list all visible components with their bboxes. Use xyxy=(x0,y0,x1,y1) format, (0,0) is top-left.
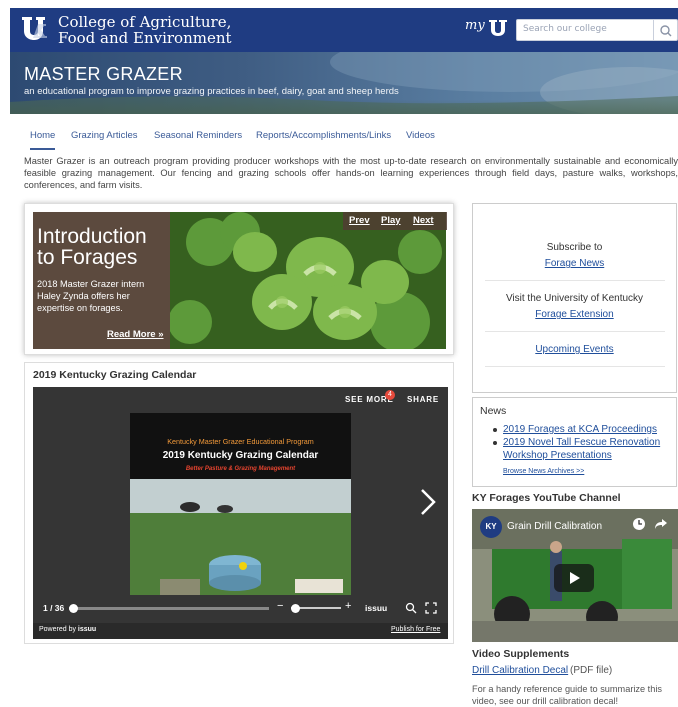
slider-prev-button[interactable]: Prev xyxy=(349,215,370,226)
clover-photo xyxy=(170,212,446,349)
search-icon xyxy=(660,25,672,37)
page-counter: 1 / 36 xyxy=(43,603,65,613)
subscribe-label: Subscribe to xyxy=(546,242,603,253)
clover-image[interactable] xyxy=(170,212,446,349)
youtube-section-title: KY Forages YouTube Channel xyxy=(472,492,621,504)
cover-tagline: Better Pasture & Grazing Management xyxy=(185,466,296,472)
powered-by-issuu[interactable]: Powered by issuu xyxy=(39,626,96,633)
nav-grazing-articles[interactable]: Grazing Articles xyxy=(71,130,138,141)
calendar-cover-page[interactable]: Kentucky Master Grazer Educational Progr… xyxy=(130,413,351,595)
search-input[interactable]: Search our college xyxy=(516,19,654,41)
fullscreen-icon[interactable] xyxy=(425,602,437,614)
uk-mark-icon[interactable] xyxy=(488,18,510,38)
powered-by-label: Powered by xyxy=(39,626,76,633)
issuu-logo[interactable]: issuu xyxy=(365,603,387,613)
slide-title: Introduction to Forages xyxy=(37,226,147,268)
see-more-badge: 4 xyxy=(385,390,395,400)
events-block: Upcoming Events xyxy=(473,342,676,358)
hero-banner: MASTER GRAZER an educational program to … xyxy=(10,52,678,114)
play-button[interactable] xyxy=(554,564,594,592)
forage-extension-link[interactable]: Forage Extension xyxy=(535,309,613,320)
drill-calibration-decal-link[interactable]: Drill Calibration Decal xyxy=(472,665,568,676)
upcoming-events-link[interactable]: Upcoming Events xyxy=(535,344,613,355)
zoom-out-icon[interactable]: − xyxy=(277,600,283,612)
forage-news-link[interactable]: Forage News xyxy=(545,258,604,269)
slide-caption-panel: Introduction to Forages 2018 Master Graz… xyxy=(33,212,170,349)
zoom-slider-handle[interactable] xyxy=(291,604,300,613)
slider-next-button[interactable]: Next xyxy=(413,215,434,226)
myuk-link[interactable]: my xyxy=(465,18,485,33)
video-supplements-title: Video Supplements xyxy=(472,648,570,660)
pasture-bucket-photo xyxy=(130,479,351,595)
college-name-line1: College of Agriculture, xyxy=(58,13,232,31)
quick-links-box: Subscribe to Forage News Visit the Unive… xyxy=(472,203,677,393)
nav-seasonal-reminders[interactable]: Seasonal Reminders xyxy=(154,130,242,141)
issuu-viewer[interactable]: SEE MORE 4 SHARE Kentucky Master Grazer … xyxy=(33,387,448,639)
divider xyxy=(485,331,665,332)
calendar-section: 2019 Kentucky Grazing Calendar SEE MORE … xyxy=(24,362,454,644)
nav-home[interactable]: Home xyxy=(30,130,56,150)
cover-program-name: Kentucky Master Grazer Educational Progr… xyxy=(167,437,314,446)
college-name[interactable]: College of Agriculture, Food and Environ… xyxy=(58,14,232,46)
college-name-line2: Food and Environment xyxy=(58,29,232,47)
share-button[interactable]: SHARE xyxy=(407,395,439,404)
divider xyxy=(485,280,665,281)
divider xyxy=(485,366,665,367)
video-title[interactable]: Grain Drill Calibration xyxy=(507,521,602,532)
news-archives-link[interactable]: Browse News Archives >> xyxy=(503,468,584,475)
slider-play-button[interactable]: Play xyxy=(381,215,401,226)
viewer-toolbar: 1 / 36 − + issuu xyxy=(33,599,448,619)
site-header: College of Agriculture, Food and Environ… xyxy=(10,8,678,52)
calendar-title: 2019 Kentucky Grazing Calendar xyxy=(33,369,197,381)
feature-slider: Introduction to Forages 2018 Master Graz… xyxy=(24,203,454,355)
nav-videos[interactable]: Videos xyxy=(406,130,435,141)
news-item-link[interactable]: 2019 Novel Tall Fescue Renovation Worksh… xyxy=(503,436,675,462)
cover-title: 2019 Kentucky Grazing Calendar xyxy=(162,450,319,461)
intro-paragraph: Master Grazer is an outreach program pro… xyxy=(24,156,678,190)
page-scrubber-track[interactable] xyxy=(69,607,269,610)
powered-by-issuu-name: issuu xyxy=(77,626,97,633)
slide-text: 2018 Master Grazer intern Haley Zynda of… xyxy=(37,279,145,313)
supplement-description: For a handy reference guide to summarize… xyxy=(472,684,662,706)
search-button[interactable] xyxy=(654,19,678,41)
search-placeholder: Search our college xyxy=(523,24,607,34)
zoom-magnifier-icon[interactable] xyxy=(405,602,417,614)
slide-title-line2: to Forages xyxy=(37,246,138,269)
news-item-link[interactable]: 2019 Forages at KCA Proceedings xyxy=(503,423,675,436)
bullet xyxy=(493,428,497,432)
read-more-link[interactable]: Read More » xyxy=(107,329,164,340)
visit-block: Visit the University of Kentucky Forage … xyxy=(473,291,676,323)
page-scrubber-handle[interactable] xyxy=(69,604,78,613)
channel-avatar[interactable]: KY xyxy=(480,516,502,538)
youtube-video-player[interactable]: KY Grain Drill Calibration xyxy=(472,509,678,642)
nav-reports-links[interactable]: Reports/Accomplishments/Links xyxy=(256,130,391,141)
bullet xyxy=(493,441,497,445)
news-box: News 2019 Forages at KCA Proceedings 201… xyxy=(472,397,677,487)
page-subtitle: an educational program to improve grazin… xyxy=(24,86,399,97)
share-icon[interactable] xyxy=(654,518,668,530)
slider-controls: Prev Play Next xyxy=(343,212,447,230)
slide-title-line1: Introduction xyxy=(37,225,147,248)
visit-label: Visit the University of Kentucky xyxy=(505,293,644,304)
play-icon xyxy=(570,572,580,584)
clock-icon[interactable] xyxy=(632,517,646,531)
zoom-in-icon[interactable]: + xyxy=(345,600,351,612)
news-title: News xyxy=(480,405,507,417)
uk-logo-icon[interactable] xyxy=(20,14,54,44)
viewer-footer: Powered by issuu Publish for Free xyxy=(33,623,448,639)
chevron-right-icon[interactable] xyxy=(419,487,437,517)
subscribe-block: Subscribe to Forage News xyxy=(473,240,676,272)
publish-for-free-link[interactable]: Publish for Free xyxy=(391,626,440,633)
page-title: MASTER GRAZER xyxy=(24,64,183,84)
cover-photo xyxy=(130,479,351,595)
pdf-file-note: (PDF file) xyxy=(570,665,613,676)
